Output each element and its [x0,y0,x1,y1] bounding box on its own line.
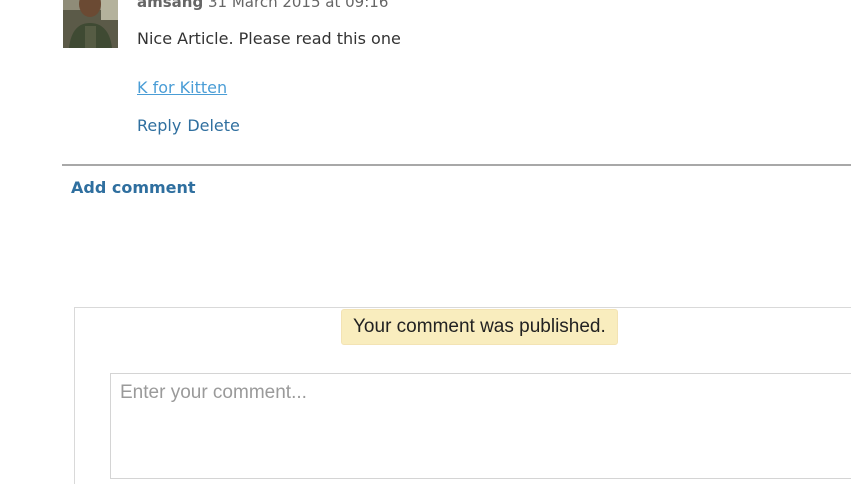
comment-input[interactable] [110,373,851,479]
comment-author[interactable]: amsang [137,0,203,11]
published-notice: Your comment was published. [341,309,618,345]
reply-link[interactable]: Reply [137,116,181,135]
comment-body: Nice Article. Please read this one [137,29,401,48]
commenter-avatar[interactable] [63,0,118,48]
comment-link[interactable]: K for Kitten [137,78,227,97]
comment-actions: Reply Delete [137,116,240,135]
delete-link[interactable]: Delete [187,116,240,135]
comments-divider [62,164,851,166]
add-comment-link[interactable]: Add comment [71,178,196,197]
comment-meta: amsang 31 March 2015 at 09:16 [137,0,388,11]
avatar-photo-icon [63,0,118,48]
comment-timestamp[interactable]: 31 March 2015 at 09:16 [208,0,388,11]
